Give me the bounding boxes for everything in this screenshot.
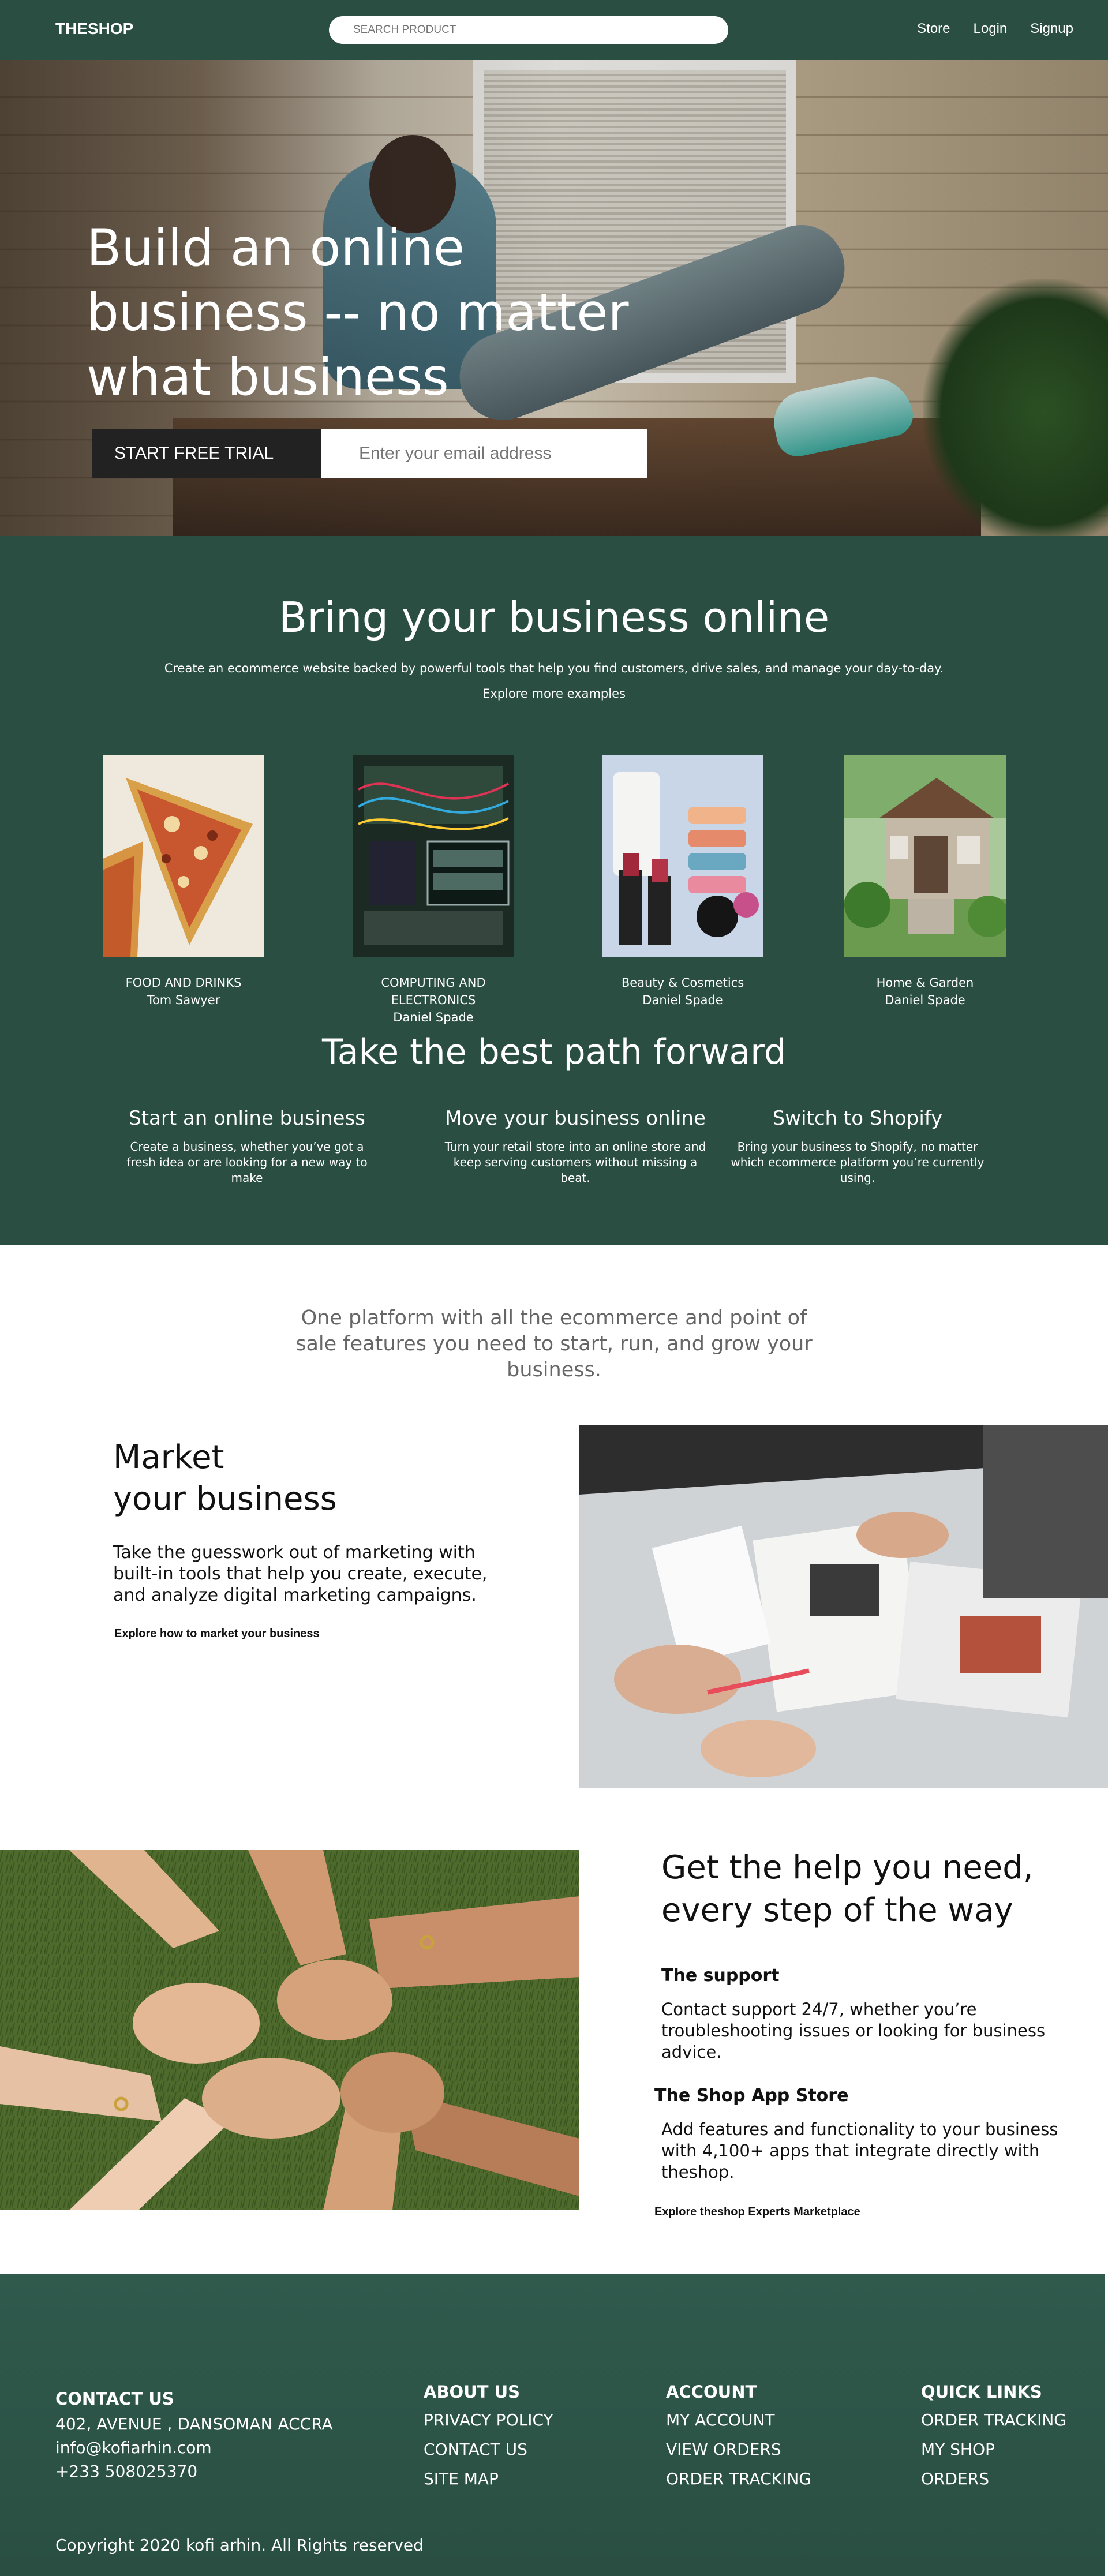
footer-address: 402, AVENUE , DANSOMAN ACCRA	[55, 2414, 333, 2433]
path-card-move[interactable]: Move your business online Turn your reta…	[443, 1107, 708, 1186]
footer-quick-title: QUICK LINKS	[921, 2382, 1042, 2402]
experts-marketplace-link[interactable]: Explore theshop Experts Marketplace	[654, 2206, 860, 2219]
category-name: Beauty & Cosmetics	[621, 976, 744, 990]
category-card-beauty[interactable]: Beauty & Cosmetics Daniel Spade	[602, 755, 763, 1009]
footer-link-order-tracking[interactable]: ORDER TRACKING	[666, 2464, 811, 2493]
nav-login-link[interactable]: Login	[974, 21, 1008, 37]
hero-banner: Build an online business -- no matter wh…	[0, 60, 1108, 536]
category-name: COMPUTING AND ELECTRONICS	[381, 976, 486, 1007]
platform-statement: One platform with all the ecommerce and …	[295, 1306, 813, 1381]
site-footer: CONTACT US 402, AVENUE , DANSOMAN ACCRA …	[0, 2274, 1105, 2576]
category-card-electronics[interactable]: COMPUTING AND ELECTRONICS Daniel Spade	[353, 755, 514, 1026]
footer-contact: CONTACT US 402, AVENUE , DANSOMAN ACCRA …	[55, 2389, 333, 2483]
electronics-image	[353, 755, 514, 957]
path-card-switch[interactable]: Switch to Shopify Bring your business to…	[725, 1107, 990, 1186]
market-title: Market your business	[113, 1439, 337, 1518]
pizza-image	[103, 755, 264, 957]
marketing-meeting-image	[579, 1425, 1108, 1788]
path-forward-title: Take the best path forward	[322, 1032, 786, 1072]
help-title: Get the help you need, every step of the…	[661, 1849, 1034, 1929]
category-author: Tom Sawyer	[147, 993, 220, 1007]
footer-quick-links: QUICK LINKS ORDER TRACKING MY SHOP ORDER…	[921, 2382, 1066, 2493]
search-input[interactable]	[329, 16, 728, 44]
footer-link-order-tracking[interactable]: ORDER TRACKING	[921, 2405, 1066, 2435]
path-card-start[interactable]: Start an online business Create a busine…	[114, 1107, 380, 1186]
email-field[interactable]	[321, 429, 647, 478]
footer-link-my-shop[interactable]: MY SHOP	[921, 2435, 1066, 2464]
nav-signup-link[interactable]: Signup	[1030, 21, 1073, 37]
path-card-text: Turn your retail store into an online st…	[444, 1140, 706, 1185]
explore-examples-link[interactable]: Explore more examples	[0, 687, 1108, 701]
logo[interactable]: THESHOP	[55, 20, 133, 38]
garden-shed-image	[844, 755, 1006, 957]
bring-online-section: Bring your business online Create an eco…	[0, 536, 1108, 1245]
footer-link-contact[interactable]: CONTACT US	[424, 2435, 553, 2464]
market-description: Take the guesswork out of marketing with…	[113, 1542, 488, 1605]
category-author: Daniel Spade	[642, 993, 723, 1007]
path-card-text: Create a business, whether you’ve got a …	[126, 1140, 368, 1185]
app-store-text: Add features and functionality to your b…	[661, 2120, 1058, 2182]
nav-store-link[interactable]: Store	[917, 21, 950, 37]
path-card-title: Switch to Shopify	[772, 1107, 943, 1130]
top-nav: Store Login Signup	[917, 21, 1073, 37]
category-card-home-garden[interactable]: Home & Garden Daniel Spade	[844, 755, 1006, 1009]
footer-account-title: ACCOUNT	[666, 2382, 757, 2402]
footer-account: ACCOUNT MY ACCOUNT VIEW ORDERS ORDER TRA…	[666, 2382, 811, 2493]
footer-link-orders[interactable]: ORDERS	[921, 2464, 1066, 2493]
support-text: Contact support 24/7, whether you’re tro…	[661, 2000, 1046, 2062]
path-card-title: Move your business online	[445, 1107, 706, 1130]
footer-about-title: ABOUT US	[424, 2382, 521, 2402]
app-store-heading: The Shop App Store	[654, 2085, 849, 2106]
footer-link-privacy[interactable]: PRIVACY POLICY	[424, 2405, 553, 2435]
footer-email[interactable]: info@kofiarhin.com	[55, 2436, 333, 2459]
category-card-food[interactable]: FOOD AND DRINKS Tom Sawyer	[103, 755, 264, 1009]
hero-title: Build an online business -- no matter wh…	[87, 218, 629, 407]
path-card-text: Bring your business to Shopify, no matte…	[731, 1140, 985, 1185]
path-card-title: Start an online business	[129, 1107, 365, 1130]
site-header: THESHOP Store Login Signup	[0, 0, 1108, 60]
copyright-text: Copyright 2020 kofi arhin. All Rights re…	[55, 2536, 424, 2555]
footer-phone[interactable]: +233 508025370	[55, 2459, 333, 2483]
market-explore-link[interactable]: Explore how to market your business	[114, 1627, 320, 1641]
category-name: Home & Garden	[876, 976, 974, 990]
category-author: Daniel Spade	[885, 993, 965, 1007]
cosmetics-image	[602, 755, 763, 957]
footer-link-sitemap[interactable]: SITE MAP	[424, 2464, 553, 2493]
footer-link-view-orders[interactable]: VIEW ORDERS	[666, 2435, 811, 2464]
footer-about: ABOUT US PRIVACY POLICY CONTACT US SITE …	[424, 2382, 553, 2493]
category-author: Daniel Spade	[393, 1010, 474, 1024]
section-title: Bring your business online	[278, 593, 830, 642]
footer-link-my-account[interactable]: MY ACCOUNT	[666, 2405, 811, 2435]
start-free-trial-button[interactable]: START FREE TRIAL	[92, 429, 321, 478]
section-subtitle: Create an ecommerce website backed by po…	[164, 661, 944, 675]
footer-contact-title: CONTACT US	[55, 2389, 174, 2409]
category-name: FOOD AND DRINKS	[125, 976, 242, 990]
hands-circle-image	[0, 1850, 579, 2210]
support-heading: The support	[661, 1965, 780, 1986]
